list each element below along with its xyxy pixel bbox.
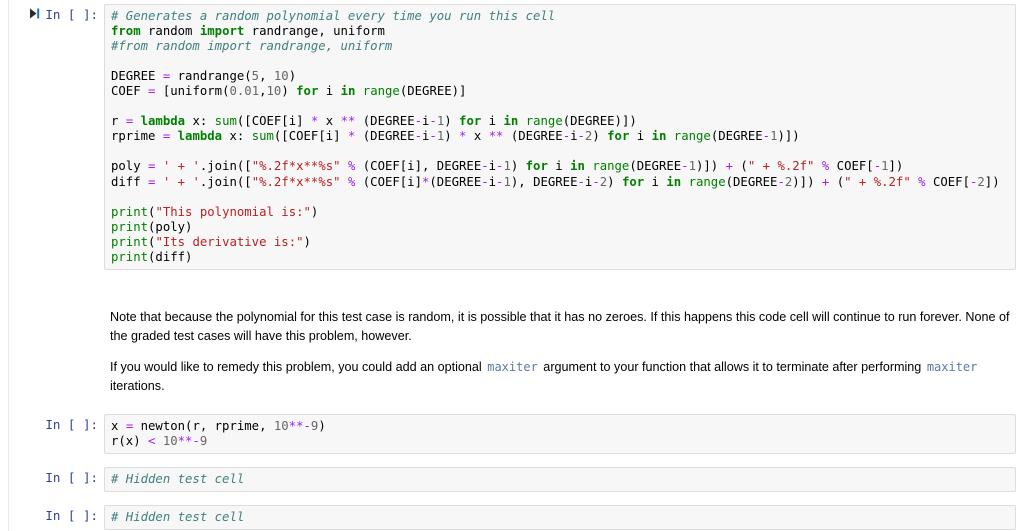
markdown-text-2: If you would like to remedy this problem… [110, 358, 1010, 396]
cell-prompt: In [ ]: [45, 7, 104, 22]
cell-gutter: In [ ]: [0, 467, 104, 485]
code-content[interactable]: x = newton(r, rprime, 10**-9) r(x) < 10*… [111, 419, 1011, 449]
notebook-cell-polynomial-generator[interactable]: In [ ]: # Generates a random polynomial … [0, 4, 1024, 270]
cell-gutter: In [ ]: [0, 414, 104, 432]
cell-prompt: In [ ]: [45, 417, 104, 432]
cell-gutter: In [ ]: [0, 4, 104, 22]
markdown-text-2-part-2: argument to your function that allows it… [540, 360, 925, 374]
inline-code-maxiter-1: maxiter [485, 360, 540, 374]
markdown-text-1: Note that because the polynomial for thi… [110, 308, 1010, 346]
run-cell-icon[interactable] [27, 7, 41, 19]
notebook-cell-hidden-test-1[interactable]: In [ ]: # Hidden test cell [0, 467, 1024, 492]
inline-code-maxiter-2: maxiter [925, 360, 980, 374]
code-input-area[interactable]: # Hidden test cell [104, 467, 1016, 492]
code-input-area[interactable]: # Generates a random polynomial every ti… [104, 4, 1016, 270]
markdown-text-2-part-1: If you would like to remedy this problem… [110, 360, 485, 374]
notebook-cell-hidden-test-2[interactable]: In [ ]: # Hidden test cell [0, 505, 1024, 530]
markdown-text-2-part-3: iterations. [110, 379, 165, 393]
code-content[interactable]: # Hidden test cell [111, 510, 1011, 525]
markdown-paragraph-2: If you would like to remedy this problem… [110, 358, 1010, 396]
cell-gutter: In [ ]: [0, 505, 104, 523]
code-input-area[interactable]: # Hidden test cell [104, 505, 1016, 530]
code-input-area[interactable]: x = newton(r, rprime, 10**-9) r(x) < 10*… [104, 414, 1016, 454]
cell-prompt: In [ ]: [45, 508, 104, 523]
notebook-cell-newton-call[interactable]: In [ ]: x = newton(r, rprime, 10**-9) r(… [0, 414, 1024, 454]
code-content[interactable]: # Hidden test cell [111, 472, 1011, 487]
cell-prompt: In [ ]: [45, 470, 104, 485]
code-content[interactable]: # Generates a random polynomial every ti… [111, 9, 1011, 265]
markdown-paragraph-1: Note that because the polynomial for thi… [110, 308, 1010, 346]
